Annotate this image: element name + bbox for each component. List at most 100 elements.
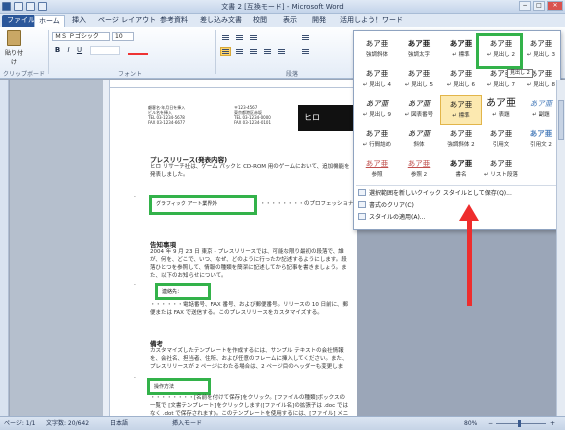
horizontal-ruler bbox=[110, 80, 356, 88]
style-gallery-item[interactable]: あア亜 斜体 bbox=[398, 125, 440, 155]
apply-styles-menu-item[interactable]: スタイルの適用(A)... bbox=[358, 213, 426, 222]
style-name: ↵ 行間詰め bbox=[362, 142, 392, 148]
left-ruler-bar bbox=[0, 80, 9, 416]
style-gallery-item[interactable]: あア亜 参照 bbox=[356, 155, 398, 185]
style-gallery-item[interactable]: あア亜 ↵ 表題 bbox=[480, 95, 522, 125]
paragraph-remarks[interactable]: カスタマイズしたテンプレートを作成するには、サンプル テキストの会社情報を、会社… bbox=[150, 347, 350, 371]
scrollbar-thumb[interactable] bbox=[558, 100, 564, 140]
sort-icon[interactable] bbox=[300, 33, 311, 42]
header-brand-block[interactable]: ヒロ bbox=[298, 105, 357, 131]
style-gallery-item[interactable]: あア亜 参照 2 bbox=[398, 155, 440, 185]
justify-icon[interactable] bbox=[262, 47, 273, 56]
clipboard-icon bbox=[7, 30, 21, 46]
zoom-slider-track[interactable] bbox=[496, 423, 546, 424]
style-preview: あア亜 bbox=[365, 99, 389, 108]
bold-button[interactable]: B bbox=[53, 46, 62, 55]
align-center-icon[interactable] bbox=[234, 47, 245, 56]
style-gallery-item[interactable]: あア亜 強調斜体 2 bbox=[440, 125, 482, 155]
style-gallery-item[interactable]: あア亜 ↵ 見出し 4 bbox=[356, 65, 398, 95]
style-name: 引用文 bbox=[492, 142, 510, 148]
style-preview: あア亜 bbox=[489, 159, 513, 168]
align-left-icon[interactable] bbox=[220, 47, 231, 56]
zoom-slider-thumb[interactable] bbox=[518, 420, 521, 427]
vertical-scrollbar[interactable] bbox=[556, 80, 565, 416]
style-gallery-item[interactable]: あア亜 ↵ 見出し 5 bbox=[398, 65, 440, 95]
style-gallery-item[interactable]: あア亜 強調斜体 bbox=[356, 35, 398, 65]
paragraph-notice[interactable]: 2004 年 9 月 23 日 東京 · プレスリリースでは、可能な限り最初の段… bbox=[150, 248, 350, 282]
tab-page-layout[interactable]: ページ レイアウト bbox=[98, 15, 156, 27]
zoom-out-button[interactable]: − bbox=[488, 417, 493, 430]
style-preview: あア亜 bbox=[449, 69, 473, 78]
close-button[interactable]: ✕ bbox=[547, 1, 563, 11]
highlight-box-contact: 連絡先： bbox=[155, 283, 211, 300]
font-name-combo[interactable]: ＭＳ Ｐゴシック bbox=[52, 32, 110, 41]
style-preview: あア亜 bbox=[407, 39, 431, 48]
italic-button[interactable]: I bbox=[64, 46, 73, 55]
style-name: 強調太字 bbox=[407, 52, 430, 58]
paragraph-contact[interactable]: ・・・・・・電話番号、FAX 番号、および郵便番号。リリースの 10 日前に、郵… bbox=[150, 301, 350, 325]
status-language[interactable]: 日本語 bbox=[110, 417, 128, 430]
style-preview: あア亜 bbox=[365, 69, 389, 78]
clear-formatting-menu-item[interactable]: 書式のクリア(C) bbox=[358, 201, 414, 210]
header-address-info[interactable]: 〒123-4567 東京都港区赤坂 TEL 03-1234-0000 FAX 0… bbox=[234, 105, 294, 133]
apply-styles-icon bbox=[358, 213, 366, 220]
style-gallery-item[interactable]: あア亜 書名 bbox=[440, 155, 482, 185]
paste-button[interactable]: 貼り付け bbox=[4, 30, 24, 66]
title-bar: 文書 2 [互換モード] - Microsoft Word − □ ✕ bbox=[0, 0, 565, 14]
style-preview: あア亜 bbox=[407, 129, 431, 138]
clear-formatting-label: 書式のクリア(C) bbox=[369, 202, 414, 209]
line-spacing-icon[interactable] bbox=[276, 47, 287, 56]
style-gallery-item[interactable]: あア亜 ↵ 見出し 6 bbox=[440, 65, 482, 95]
numbering-icon[interactable] bbox=[234, 33, 245, 42]
style-gallery-item[interactable]: あア亜 ↵ 図表番号 bbox=[398, 95, 440, 125]
styles-gallery-dropdown: あア亜 強調斜体 あア亜 強調太字 あア亜 ↵ 標準 あア亜 ↵ 見出し 2 あア亜 ↵ 見出し … bbox=[353, 30, 561, 230]
style-name: 強調斜体 bbox=[365, 52, 388, 58]
tab-word-tips[interactable]: 活用しよう！ワード bbox=[340, 15, 403, 27]
multilevel-list-icon[interactable] bbox=[248, 33, 259, 42]
style-gallery-item[interactable]: あア亜 引用文 bbox=[480, 125, 522, 155]
status-page[interactable]: ページ: 1/1 bbox=[4, 417, 35, 430]
font-size-combo[interactable]: 10 bbox=[112, 32, 134, 41]
font-effects-buttons[interactable] bbox=[90, 46, 120, 55]
paragraph-mark: · bbox=[134, 194, 136, 201]
window-title: 文書 2 [互換モード] - Microsoft Word bbox=[221, 3, 344, 11]
save-quick-style-menu-item[interactable]: 選択範囲を新しいクイック スタイルとして保存(Q)... bbox=[358, 189, 512, 198]
style-name: ↵ 見出し 9 bbox=[362, 112, 392, 118]
style-name: ↵ 見出し 7 bbox=[486, 82, 516, 88]
tab-review[interactable]: 校閲 bbox=[253, 15, 267, 27]
style-preview: あア亜 bbox=[449, 129, 473, 138]
minimize-button[interactable]: − bbox=[519, 1, 531, 11]
bullets-icon[interactable] bbox=[220, 33, 231, 42]
borders-icon[interactable] bbox=[300, 47, 311, 56]
style-name: ↵ 見出し 4 bbox=[362, 82, 392, 88]
style-gallery-item[interactable]: あア亜 ↵ 標準 bbox=[440, 95, 482, 125]
paragraph-graphic-art[interactable]: ・・・・・・・・のプロフェッショナル パッケージ ア・・・・ bbox=[260, 200, 355, 208]
tab-home[interactable]: ホーム bbox=[34, 15, 65, 27]
paragraph-press-release[interactable]: ヒロ リサーチ社は、ゲーム パックと CD-ROM 用のゲームにおいて、追加機能… bbox=[150, 163, 350, 181]
status-word-count[interactable]: 文字数: 20/642 bbox=[46, 417, 89, 430]
tab-references[interactable]: 参考資料 bbox=[160, 15, 188, 27]
align-right-icon[interactable] bbox=[248, 47, 259, 56]
underline-button[interactable]: U bbox=[75, 46, 84, 55]
document-page[interactable]: 顧客名·年月日を挿入 ビル名を挿入 TEL 03-1234-5678 FAX 0… bbox=[110, 88, 357, 416]
tab-mailings[interactable]: 差し込み文書 bbox=[200, 15, 242, 27]
maximize-button[interactable]: □ bbox=[533, 1, 545, 11]
style-gallery-item[interactable]: あア亜 ↵ 行間詰め bbox=[356, 125, 398, 155]
font-color-button[interactable] bbox=[128, 46, 148, 55]
ribbon-tabs: ファイル ホーム 挿入 ページ レイアウト 参考資料 差し込み文書 校閲 表示 … bbox=[0, 14, 565, 27]
tab-insert[interactable]: 挿入 bbox=[72, 15, 86, 27]
style-name: ↵ 表題 bbox=[492, 112, 510, 118]
style-preview: あア亜 bbox=[529, 39, 553, 48]
font-group-label: フォント bbox=[118, 71, 143, 78]
style-gallery-item[interactable]: あア亜 ↵ リスト段落 bbox=[480, 155, 522, 185]
paragraph-howto[interactable]: ・・・・・・・・[名前を付けて保存]をクリック。[ファイルの種類]ボックスの一覧… bbox=[150, 394, 350, 416]
tab-developer[interactable]: 開発 bbox=[312, 15, 326, 27]
style-gallery-item[interactable]: あア亜 ↵ 見出し 3 bbox=[520, 35, 562, 65]
status-insert-mode[interactable]: 挿入モード bbox=[172, 417, 202, 430]
zoom-in-button[interactable]: + bbox=[550, 417, 555, 430]
zoom-level[interactable]: 80% bbox=[464, 417, 477, 430]
tab-view[interactable]: 表示 bbox=[283, 15, 297, 27]
style-name: ↵ 標準 bbox=[452, 113, 470, 119]
style-gallery-item[interactable]: あア亜 強調太字 bbox=[398, 35, 440, 65]
style-gallery-item[interactable]: あア亜 ↵ 見出し 9 bbox=[356, 95, 398, 125]
